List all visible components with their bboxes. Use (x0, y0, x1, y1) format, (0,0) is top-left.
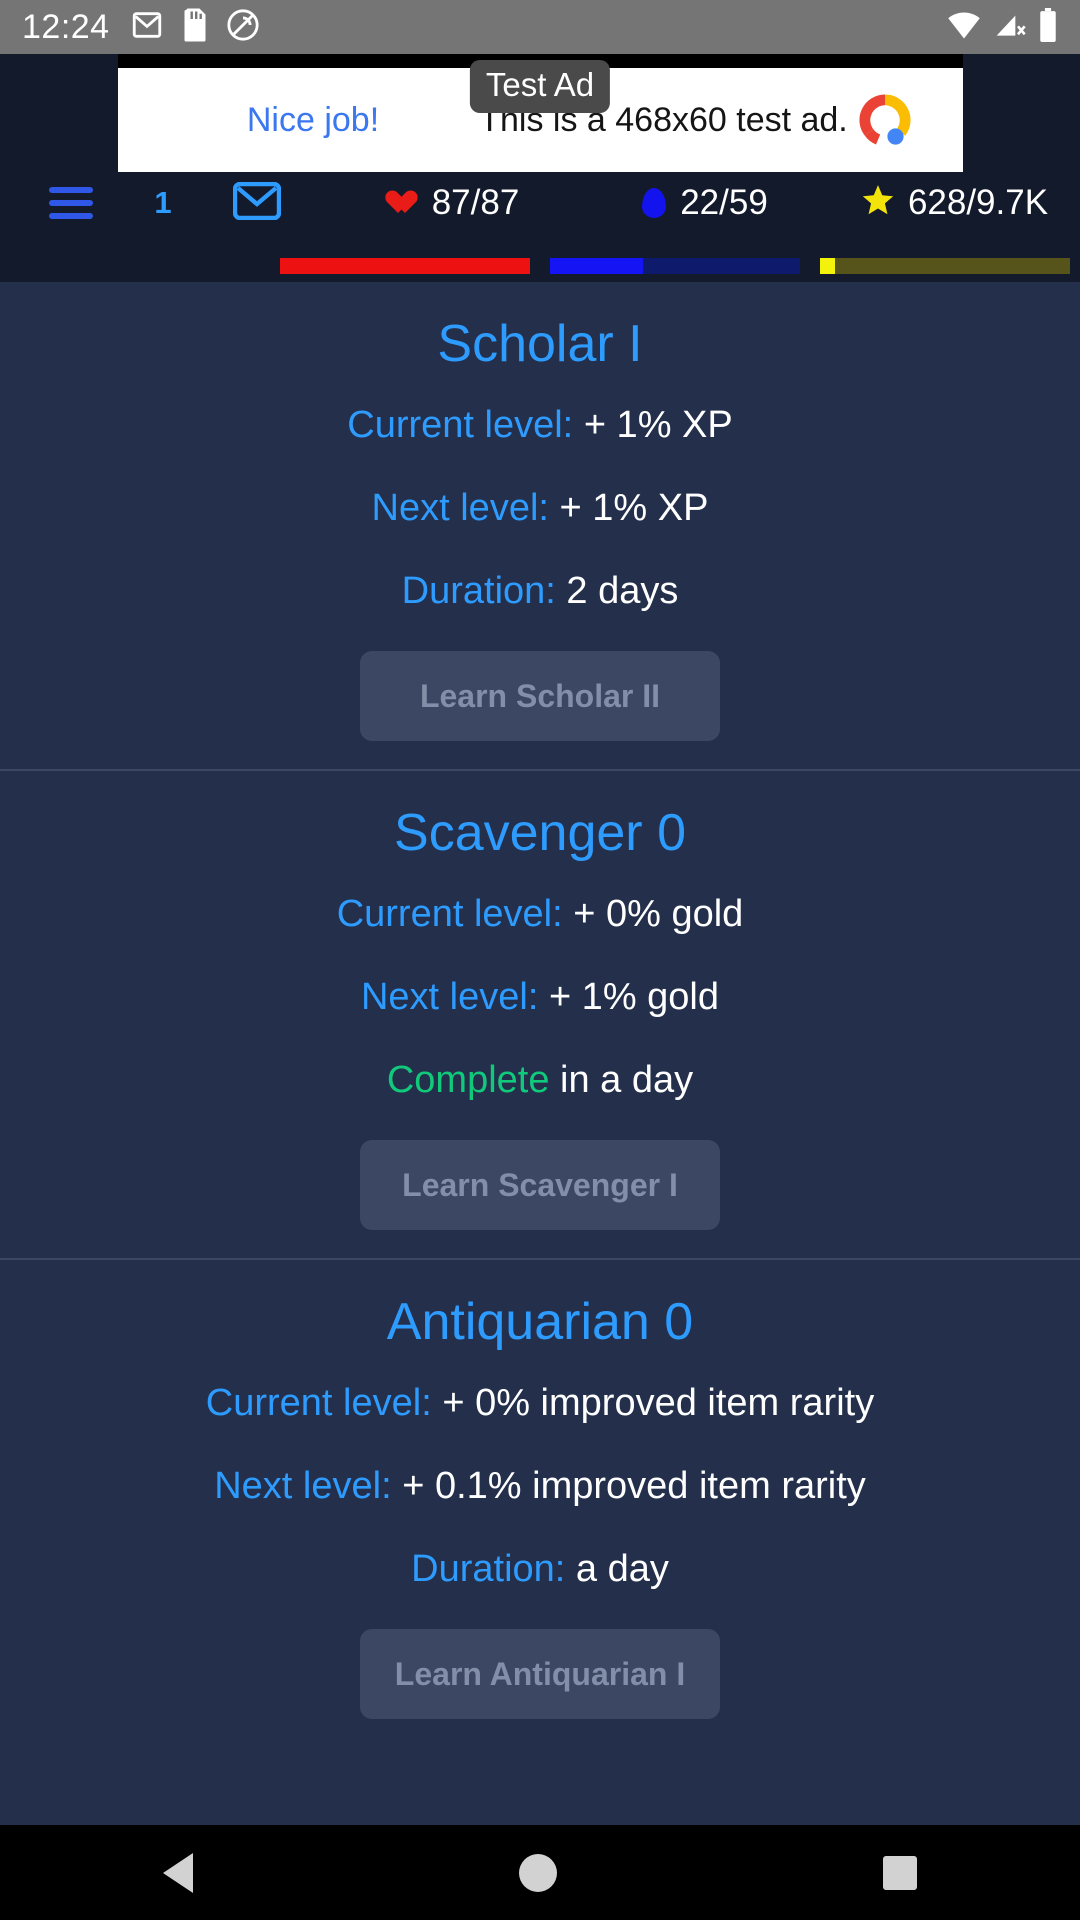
game-header-row: 1 87/87 22/59 628/9.7K (0, 172, 1080, 234)
skill-duration-value: in a day (560, 1059, 694, 1101)
skill-duration: Duration: a day (0, 1528, 1080, 1611)
skill-next-level-label: Next level: (214, 1465, 403, 1507)
skill-duration-label: Complete (386, 1059, 561, 1101)
learn-skill-button[interactable]: Learn Antiquarian I (360, 1629, 720, 1719)
status-bar-clock: 12:24 (22, 7, 110, 46)
no-ads-icon (226, 8, 260, 47)
skill-duration: Duration: 2 days (0, 550, 1080, 633)
back-triangle-icon[interactable] (163, 1852, 193, 1893)
mana-progress-bar (550, 258, 800, 274)
test-ad-badge: Test Ad (469, 60, 611, 113)
header-count: 1 (154, 185, 172, 220)
stat-health-value: 87/87 (431, 183, 520, 222)
stat-mana: 22/59 (580, 183, 830, 223)
skill-next-level-value: + 1% XP (559, 487, 709, 529)
skill-current-level-label: Current level: (347, 404, 584, 446)
battery-icon (1038, 7, 1058, 47)
stat-health-line: 87/87 (391, 183, 520, 223)
skill-current-level-value: + 0% gold (573, 893, 744, 935)
hamburger-line (48, 200, 93, 206)
skill-action-wrap: Learn Scavenger I (0, 1122, 1080, 1230)
game-header: 1 87/87 22/59 628/9.7K (0, 172, 1080, 282)
skill-card: Antiquarian 0 Current level: + 0% improv… (0, 1260, 1080, 1747)
skill-current-level: Current level: + 0% improved item rarity (0, 1362, 1080, 1445)
gmail-icon (130, 8, 164, 47)
hamburger-menu-icon[interactable] (48, 180, 93, 226)
game-header-progress-bars (0, 258, 1080, 274)
stat-experience-line: 628/9.7K (862, 183, 1048, 223)
stat-health: 87/87 (330, 183, 580, 223)
mail-envelope-icon[interactable] (232, 181, 282, 225)
skill-current-level: Current level: + 1% XP (0, 384, 1080, 467)
health-progress-bar (280, 258, 530, 274)
skill-duration-label: Duration: (401, 570, 567, 612)
skill-next-level: Next level: + 0.1% improved item rarity (0, 1445, 1080, 1528)
skill-action-wrap: Learn Antiquarian I (0, 1611, 1080, 1719)
skill-title: Scavenger 0 (394, 804, 686, 862)
game-header-left-controls: 1 (0, 180, 330, 226)
status-bar: 12:24 (0, 0, 1080, 54)
stat-experience-value: 628/9.7K (907, 183, 1049, 222)
android-navigation-bar (0, 1825, 1080, 1920)
status-bar-system-icons (946, 7, 1058, 47)
stat-experience: 628/9.7K (830, 183, 1080, 223)
health-progress-fill (280, 258, 530, 274)
status-bar-notification-icons (130, 7, 260, 48)
learn-skill-button[interactable]: Learn Scavenger I (360, 1140, 720, 1230)
skill-current-level-value: + 0% improved item rarity (442, 1382, 875, 1424)
admob-logo-icon (849, 84, 921, 156)
skill-next-level: Next level: + 1% gold (0, 956, 1080, 1039)
experience-progress-bar (820, 258, 1070, 274)
skill-duration-value: a day (575, 1548, 669, 1590)
star-icon (862, 185, 894, 221)
recents-square-icon[interactable] (883, 1855, 917, 1890)
skills-list: Scholar I Current level: + 1% XP Next le… (0, 282, 1080, 1747)
hamburger-line (48, 187, 93, 193)
hamburger-line (48, 213, 93, 219)
skill-current-level-label: Current level: (336, 893, 574, 935)
skill-next-level: Next level: + 1% XP (0, 467, 1080, 550)
skill-next-level-value: + 1% gold (548, 976, 720, 1018)
mana-progress-fill (550, 258, 643, 274)
skill-card: Scholar I Current level: + 1% XP Next le… (0, 282, 1080, 771)
home-circle-icon[interactable] (519, 1853, 557, 1892)
skill-duration-value: 2 days (566, 570, 679, 612)
ad-cta-text[interactable]: Nice job! (148, 101, 478, 140)
skill-duration: Complete in a day (0, 1039, 1080, 1122)
skill-title: Scholar I (437, 315, 643, 373)
signal-no-service-icon (994, 10, 1026, 45)
progress-bar-slot-mana (540, 258, 810, 274)
progress-bar-slot-experience (810, 258, 1080, 274)
mana-drop-icon (642, 188, 667, 218)
skill-next-level-label: Next level: (360, 976, 549, 1018)
sd-card-icon (180, 7, 210, 48)
experience-progress-fill (820, 258, 835, 274)
ad-container[interactable]: Nice job! This is a 468x60 test ad. Test… (0, 54, 1080, 172)
progress-bar-slot-health (270, 258, 540, 274)
learn-skill-button[interactable]: Learn Scholar II (360, 651, 720, 741)
skill-title: Antiquarian 0 (386, 1293, 694, 1351)
skill-duration-label: Duration: (411, 1548, 576, 1590)
wifi-icon (946, 10, 982, 45)
skill-next-level-value: + 0.1% improved item rarity (402, 1465, 866, 1507)
skill-card: Scavenger 0 Current level: + 0% gold Nex… (0, 771, 1080, 1260)
game-header-stats: 87/87 22/59 628/9.7K (330, 183, 1080, 223)
skill-current-level: Current level: + 0% gold (0, 873, 1080, 956)
skill-next-level-label: Next level: (371, 487, 560, 529)
stat-mana-value: 22/59 (680, 183, 768, 222)
stat-mana-line: 22/59 (642, 183, 768, 223)
skill-current-level-value: + 1% XP (583, 404, 733, 446)
skill-action-wrap: Learn Scholar II (0, 633, 1080, 741)
heart-icon (391, 191, 418, 216)
skill-current-level-label: Current level: (205, 1382, 443, 1424)
